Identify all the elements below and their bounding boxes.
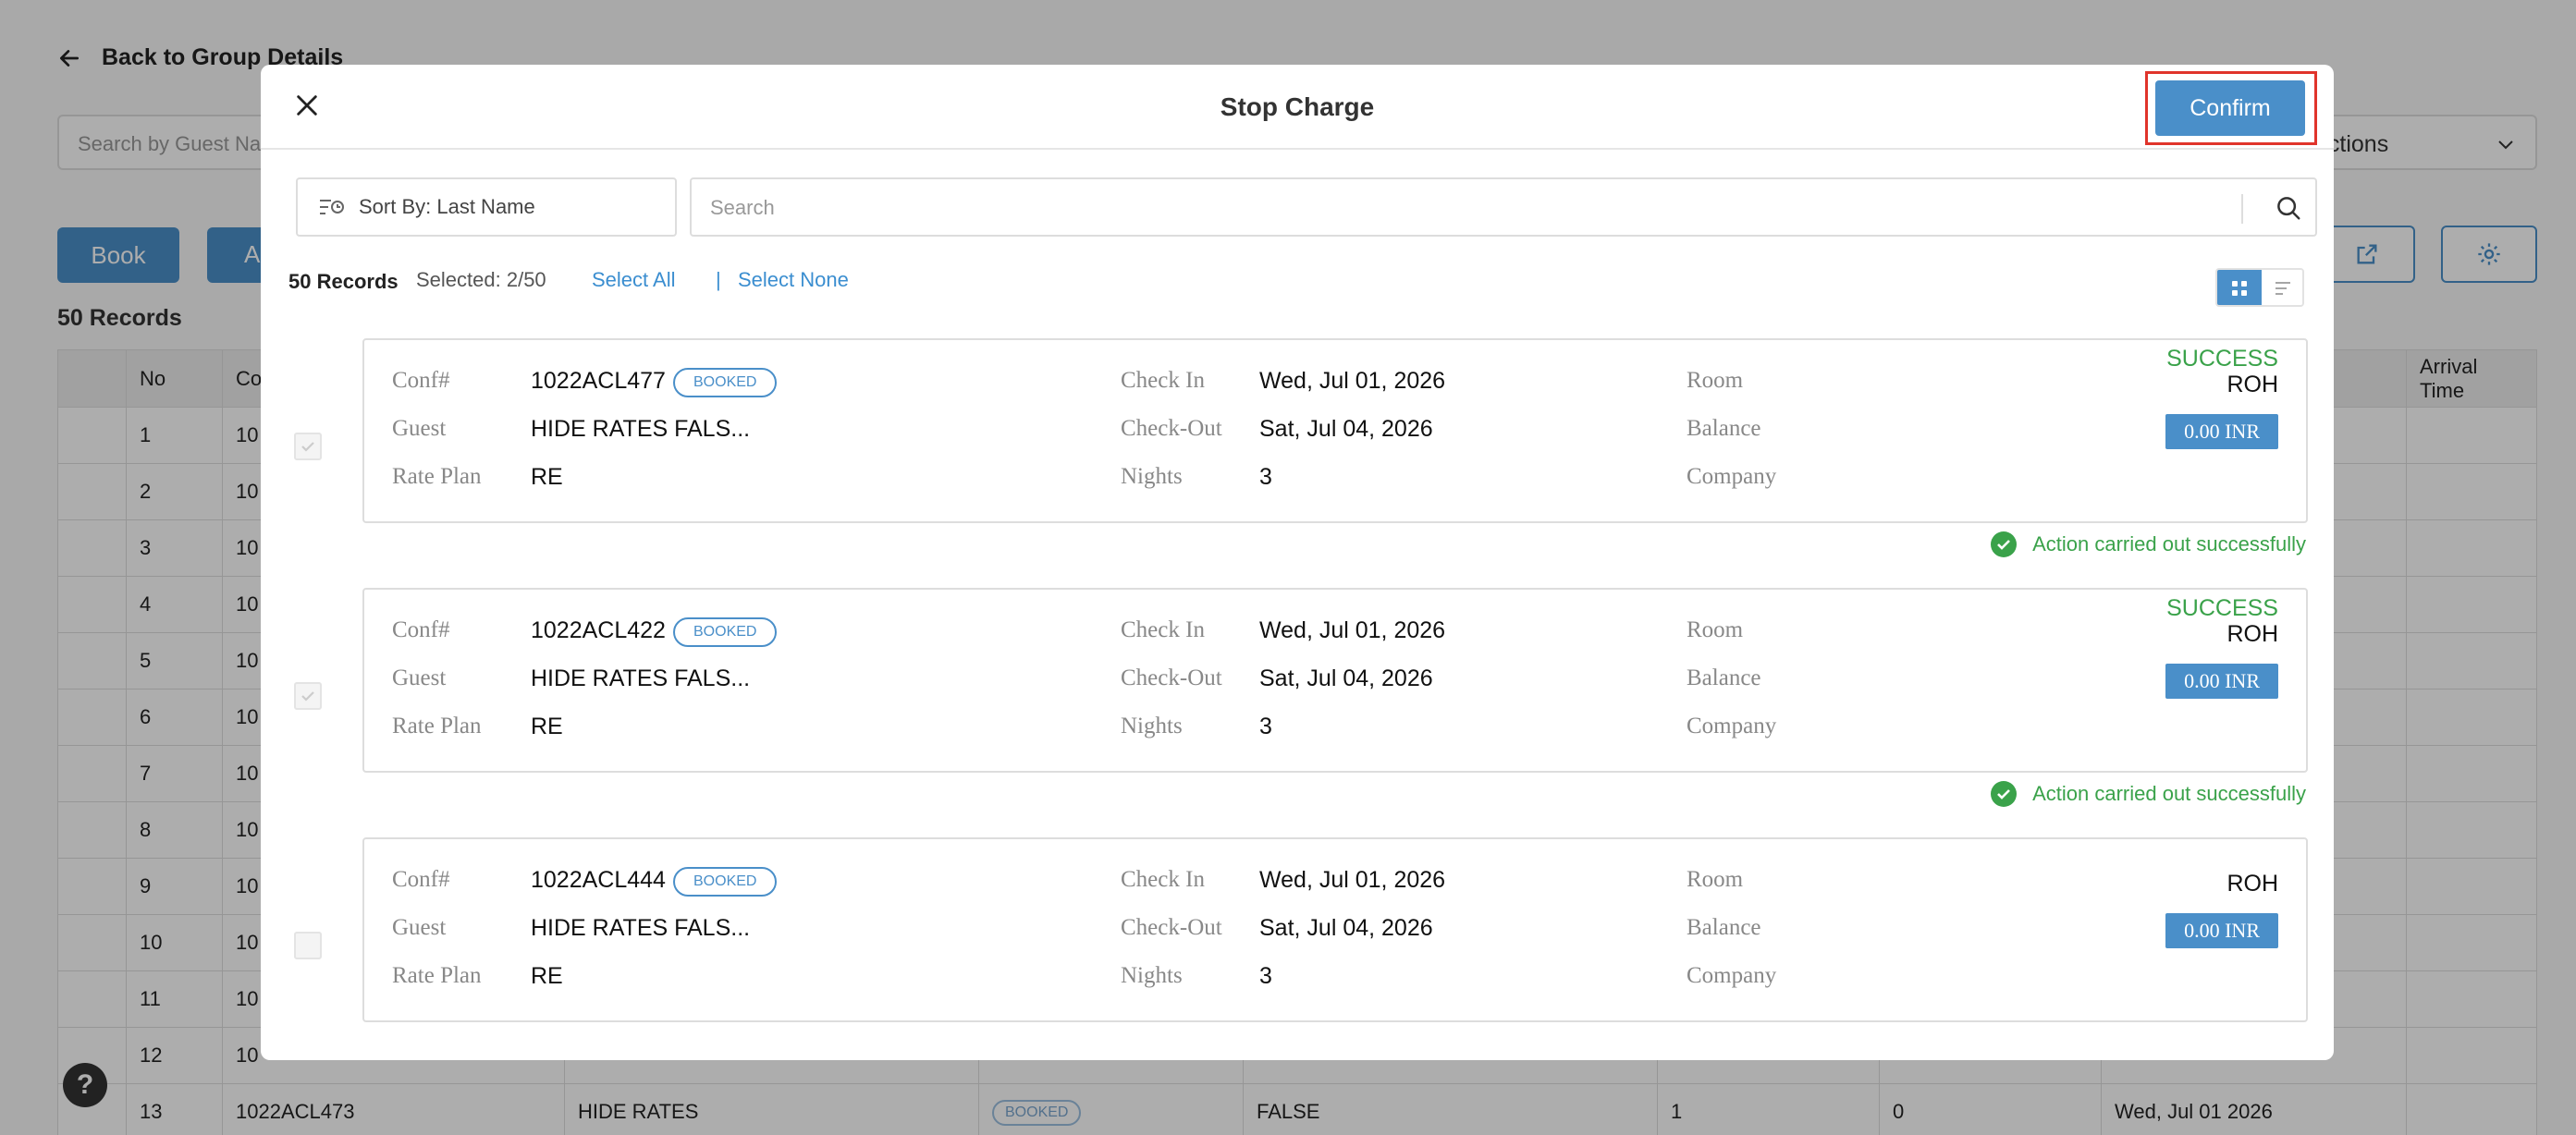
status-badge: BOOKED [673, 867, 778, 897]
check-in-label: Check In [1121, 617, 1205, 642]
balance-label: Balance [1687, 416, 1761, 441]
guest-label: Guest [392, 915, 447, 940]
company-label: Company [1687, 714, 1777, 738]
room-label: Room [1687, 867, 1744, 892]
modal-header: Stop Charge Confirm [261, 65, 2334, 150]
check-out-label: Check-Out [1121, 416, 1222, 441]
rate-plan-value: RE [531, 464, 563, 490]
record-item: Conf# 1022ACL422 Guest HIDE RATES FALS... Ra… [261, 588, 2334, 837]
list-view-icon [2275, 282, 2290, 295]
select-none-link[interactable]: Select None [738, 268, 849, 292]
company-label: Company [1687, 963, 1777, 988]
rate-plan-value: RE [531, 714, 563, 739]
record-item: Conf# 1022ACL477 Guest HIDE RATES FALS... Ra… [261, 338, 2334, 588]
room-value: ROH [2226, 871, 2278, 897]
sort-dropdown[interactable]: Sort By: Last Name [296, 177, 677, 237]
result-message: Action carried out successfully [1990, 531, 2306, 558]
search-divider [2241, 194, 2243, 224]
record-item: Conf# 1022ACL444 Guest HIDE RATES FALS... Ra… [261, 837, 2334, 1060]
sort-icon [320, 200, 344, 214]
success-check-icon [1991, 531, 2018, 557]
company-label: Company [1687, 464, 1777, 489]
nights-label: Nights [1121, 714, 1183, 738]
nights-value: 3 [1259, 714, 1272, 739]
room-value: ROH [2226, 621, 2278, 647]
guest-label: Guest [392, 665, 447, 690]
stop-charge-modal: Stop Charge Confirm Sort By: Last Name 5… [261, 65, 2334, 1060]
status-badge: BOOKED [673, 368, 778, 397]
check-in-label: Check In [1121, 368, 1205, 393]
check-icon [301, 691, 314, 702]
guest-value: HIDE RATES FALS... [531, 416, 751, 442]
conf-value: 1022ACL444 [531, 867, 666, 893]
check-out-label: Check-Out [1121, 915, 1222, 940]
result-message: Action carried out successfully [1990, 780, 2306, 808]
guest-value: HIDE RATES FALS... [531, 665, 751, 691]
rate-plan-label: Rate Plan [392, 714, 482, 738]
record-card[interactable]: Conf# 1022ACL477 Guest HIDE RATES FALS... Ra… [362, 338, 2308, 523]
room-label: Room [1687, 617, 1744, 642]
status-badge: BOOKED [673, 617, 778, 647]
record-checkbox[interactable] [294, 932, 322, 959]
nights-value: 3 [1259, 464, 1272, 490]
link-separator: | [716, 268, 721, 291]
conf-value: 1022ACL422 [531, 617, 666, 643]
modal-title: Stop Charge [1220, 92, 1375, 121]
sort-label: Sort By: Last Name [359, 195, 535, 218]
search-input[interactable] [710, 192, 2226, 224]
search-icon[interactable] [2275, 194, 2302, 222]
balance-label: Balance [1687, 915, 1761, 940]
check-icon [301, 442, 314, 452]
records-count: 50 Records [288, 270, 399, 293]
selected-count: Selected: 2/50 [416, 268, 546, 291]
guest-label: Guest [392, 416, 447, 441]
confirm-highlight: Confirm [2145, 71, 2317, 145]
status-text: SUCCESS [2166, 595, 2278, 621]
rate-plan-value: RE [531, 963, 563, 989]
record-card[interactable]: Conf# 1022ACL422 Guest HIDE RATES FALS... Ra… [362, 588, 2308, 773]
rate-plan-label: Rate Plan [392, 464, 482, 489]
balance-label: Balance [1687, 665, 1761, 690]
grid-view-button[interactable] [2217, 270, 2262, 305]
conf-value: 1022ACL477 [531, 368, 666, 394]
check-out-value: Sat, Jul 04, 2026 [1259, 416, 1433, 442]
view-toggle [2215, 268, 2304, 307]
conf-label: Conf# [392, 368, 450, 393]
check-out-value: Sat, Jul 04, 2026 [1259, 915, 1433, 941]
check-in-value: Wed, Jul 01, 2026 [1259, 867, 1446, 893]
rate-plan-label: Rate Plan [392, 963, 482, 988]
check-in-value: Wed, Jul 01, 2026 [1259, 617, 1446, 643]
check-out-label: Check-Out [1121, 665, 1222, 690]
nights-value: 3 [1259, 963, 1272, 989]
room-value: ROH [2226, 372, 2278, 397]
check-out-value: Sat, Jul 04, 2026 [1259, 665, 1433, 691]
result-text: Action carried out successfully [2032, 532, 2306, 555]
conf-label: Conf# [392, 617, 450, 642]
grid-view-icon [2232, 281, 2247, 296]
balance-badge: 0.00 INR [2165, 414, 2278, 449]
balance-badge: 0.00 INR [2165, 913, 2278, 948]
room-label: Room [1687, 368, 1744, 393]
records-toolbar: 50 Records Selected: 2/50 Select All | S… [288, 268, 2323, 296]
record-card[interactable]: Conf# 1022ACL444 Guest HIDE RATES FALS... Ra… [362, 837, 2308, 1022]
record-checkbox[interactable] [294, 433, 322, 460]
guest-value: HIDE RATES FALS... [531, 915, 751, 941]
check-in-value: Wed, Jul 01, 2026 [1259, 368, 1446, 394]
check-in-label: Check In [1121, 867, 1205, 892]
record-checkbox[interactable] [294, 682, 322, 710]
list-view-button[interactable] [2262, 270, 2302, 305]
nights-label: Nights [1121, 963, 1183, 988]
result-text: Action carried out successfully [2032, 782, 2306, 805]
balance-badge: 0.00 INR [2165, 664, 2278, 699]
nights-label: Nights [1121, 464, 1183, 489]
records-search-field[interactable] [690, 177, 2317, 237]
conf-label: Conf# [392, 867, 450, 892]
confirm-button[interactable]: Confirm [2155, 80, 2305, 136]
success-check-icon [1991, 781, 2018, 807]
select-all-link[interactable]: Select All [592, 268, 676, 292]
status-text: SUCCESS [2166, 346, 2278, 372]
